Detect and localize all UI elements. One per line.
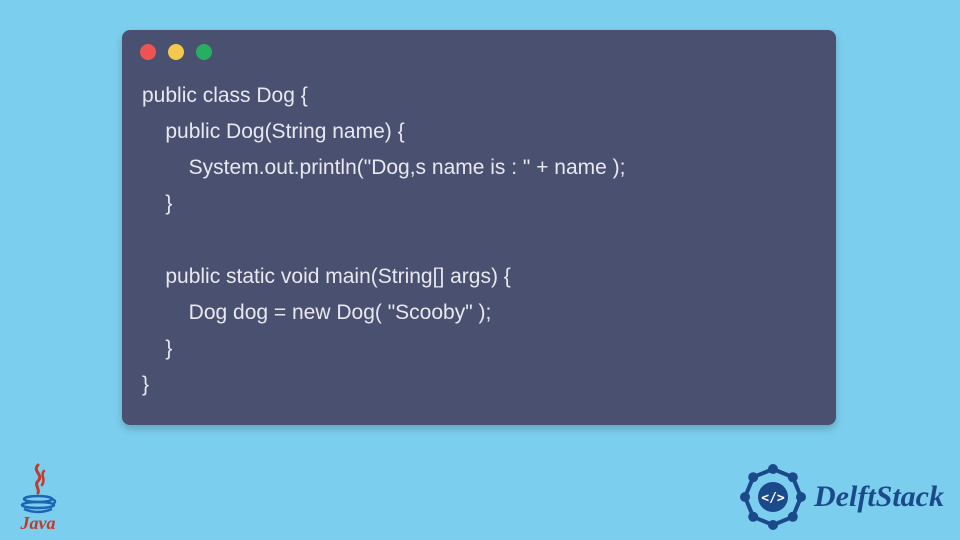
window-title-bar <box>122 30 836 74</box>
svg-text:</>: </> <box>761 491 785 506</box>
minimize-icon <box>168 44 184 60</box>
java-cup-icon <box>16 463 60 515</box>
close-icon <box>140 44 156 60</box>
java-logo-text: Java <box>21 513 56 534</box>
delftstack-logo: </> DelftStack <box>738 462 944 532</box>
code-window: public class Dog { public Dog(String nam… <box>122 30 836 425</box>
maximize-icon <box>196 44 212 60</box>
delftstack-badge-icon: </> <box>738 462 808 532</box>
code-block: public class Dog { public Dog(String nam… <box>122 74 836 403</box>
delftstack-logo-text: DelftStack <box>814 480 944 514</box>
java-logo: Java <box>6 456 70 534</box>
